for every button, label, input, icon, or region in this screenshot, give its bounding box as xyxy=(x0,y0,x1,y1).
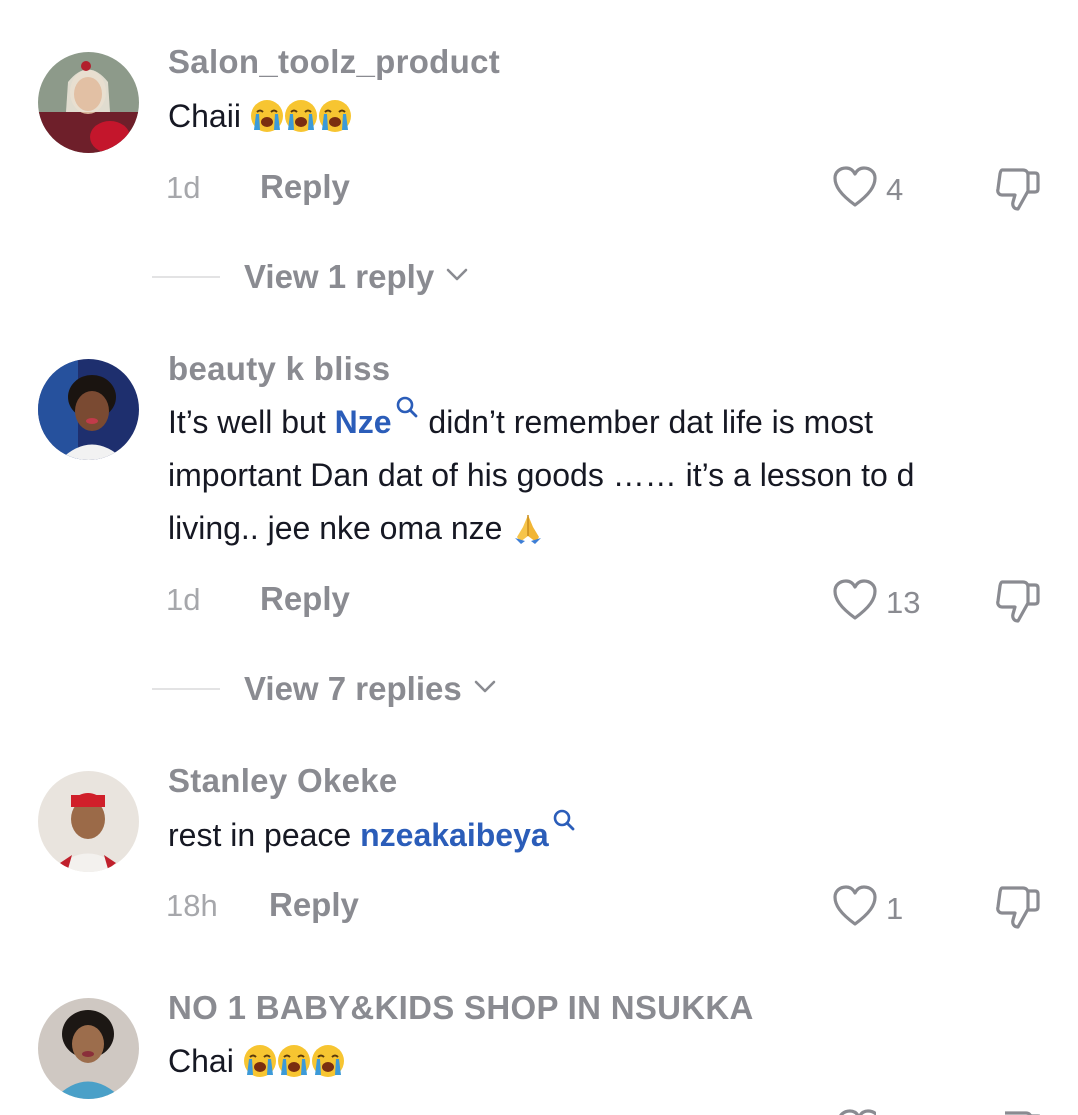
search-icon xyxy=(392,396,420,440)
comment-text-content: It’s well but xyxy=(168,404,326,440)
crying-emoji-icon xyxy=(243,1043,345,1079)
like-count: 13 xyxy=(886,584,921,620)
comment-line: It’s well but Nze didn’t remember dat li… xyxy=(168,396,1028,449)
mention-link[interactable]: Nze xyxy=(334,396,420,440)
comment-text-content: didn’t remember dat life is most xyxy=(428,404,873,440)
comment-timestamp: 18h xyxy=(166,888,218,923)
comment-text-content: rest in peace xyxy=(168,817,352,853)
view-replies-button[interactable]: View 1 reply xyxy=(152,258,468,296)
username[interactable]: Stanley Okeke xyxy=(168,762,398,800)
view-replies-button[interactable]: View 7 replies xyxy=(152,670,496,708)
folded-hands-emoji-icon xyxy=(511,510,545,546)
comment-text-content: Chai xyxy=(168,1043,234,1079)
comment-line: living.. jee nke oma nze xyxy=(168,502,1028,555)
reply-button[interactable]: Reply xyxy=(260,580,350,618)
mention-label: Nze xyxy=(334,404,392,440)
username[interactable]: Salon_toolz_product xyxy=(168,43,500,81)
divider xyxy=(152,688,220,690)
mention-link[interactable]: nzeakaibeya xyxy=(360,809,577,853)
like-button[interactable]: 13 xyxy=(832,578,920,627)
comment-timestamp: 1d xyxy=(166,582,201,617)
chevron-down-icon xyxy=(462,680,496,699)
heart-outline-icon xyxy=(832,578,878,627)
mention-label: nzeakaibeya xyxy=(360,817,549,853)
dislike-button[interactable] xyxy=(993,577,1043,625)
crying-emoji-icon xyxy=(250,98,352,134)
dislike-button[interactable] xyxy=(993,165,1043,213)
username[interactable]: NO 1 BABY&KIDS SHOP IN NSUKKA xyxy=(168,989,754,1027)
like-count: 4 xyxy=(886,171,904,207)
heart-outline-icon xyxy=(832,165,878,214)
like-button[interactable]: 1 xyxy=(832,884,903,933)
avatar[interactable] xyxy=(38,359,139,460)
chevron-down-icon xyxy=(434,268,468,287)
thumbs-down-icon xyxy=(993,580,1043,629)
comment-text: Chai xyxy=(168,1035,1028,1088)
dislike-button[interactable] xyxy=(993,883,1043,931)
avatar[interactable] xyxy=(38,998,139,1099)
heart-outline-icon xyxy=(832,884,878,933)
like-count: 1 xyxy=(886,890,904,926)
thumbs-down-icon xyxy=(993,168,1043,217)
reply-button[interactable]: Reply xyxy=(269,886,359,924)
like-button[interactable]: 4 xyxy=(832,165,903,214)
comment-text: Chaii xyxy=(168,90,1028,143)
thumbs-down-icon xyxy=(993,886,1043,935)
username[interactable]: beauty k bliss xyxy=(168,350,390,388)
view-replies-label: View 7 replies xyxy=(244,670,462,707)
avatar[interactable] xyxy=(38,771,139,872)
view-replies-label: View 1 reply xyxy=(244,258,435,295)
reply-button[interactable]: Reply xyxy=(260,168,350,206)
avatar[interactable] xyxy=(38,52,139,153)
comment-text: rest in peace nzeakaibeya xyxy=(168,809,1028,862)
comment-text-content: Chaii xyxy=(168,98,241,134)
dislike-button[interactable] xyxy=(996,1108,1040,1115)
comment-text: It’s well but Nze didn’t remember dat li… xyxy=(168,396,1028,555)
comment-line: important Dan dat of his goods …… it’s a… xyxy=(168,457,915,493)
search-icon xyxy=(549,809,577,853)
comment-text-content: living.. jee nke oma nze xyxy=(168,510,503,546)
like-button[interactable] xyxy=(836,1108,876,1115)
comment-timestamp: 1d xyxy=(166,170,201,205)
divider xyxy=(152,276,220,278)
